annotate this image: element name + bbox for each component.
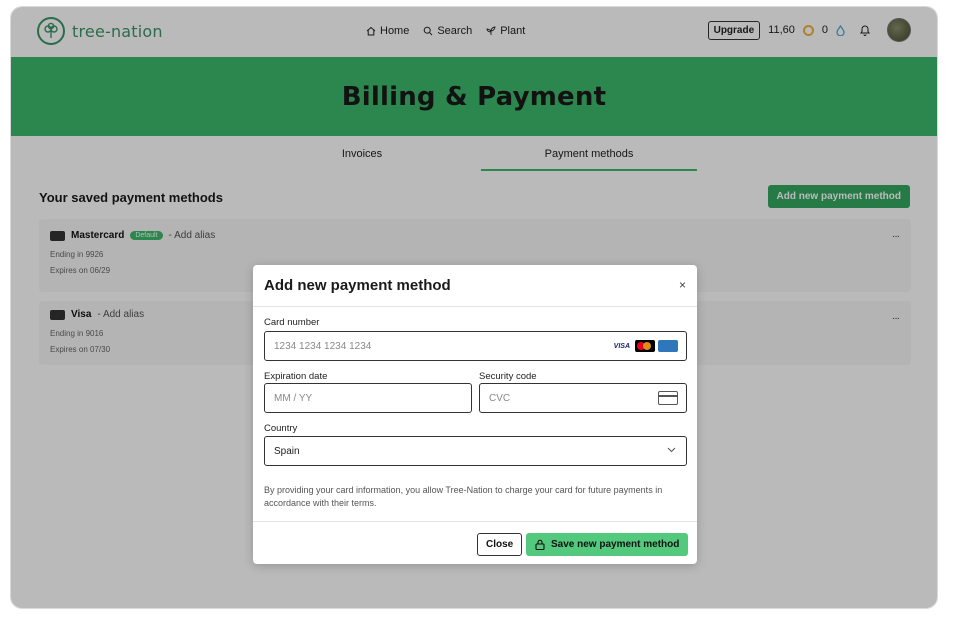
card-number-input[interactable]: 1234 1234 1234 1234 VISA	[264, 331, 687, 361]
card-number-placeholder: 1234 1234 1234 1234	[274, 341, 372, 352]
security-code-placeholder: CVC	[489, 393, 511, 404]
country-select[interactable]: Spain	[264, 436, 687, 466]
save-button-label: Save new payment method	[551, 539, 680, 550]
visa-logo-icon: VISA	[611, 341, 632, 351]
expiration-label: Expiration date	[264, 371, 328, 382]
cvc-card-icon	[658, 391, 678, 405]
security-code-input[interactable]: CVC	[479, 383, 687, 413]
app-window: tree-nation Home Search Plant Upgrade 11…	[10, 6, 938, 609]
save-payment-method-button[interactable]: Save new payment method	[526, 533, 689, 556]
country-value: Spain	[274, 446, 300, 457]
terms-disclaimer: By providing your card information, you …	[264, 485, 663, 508]
chevron-down-icon	[667, 445, 676, 456]
mastercard-logo-icon	[635, 340, 655, 352]
lock-icon	[535, 539, 545, 550]
add-payment-modal: Add new payment method × Card number 123…	[253, 265, 697, 564]
close-button[interactable]: Close	[477, 533, 523, 556]
modal-header: Add new payment method ×	[253, 265, 697, 307]
modal-title: Add new payment method	[264, 277, 451, 294]
country-label: Country	[264, 423, 298, 434]
close-icon[interactable]: ×	[679, 278, 686, 292]
expiration-input[interactable]: MM / YY	[264, 383, 472, 413]
card-number-label: Card number	[264, 317, 320, 328]
modal-footer: Close Save new payment method	[253, 521, 697, 564]
expiration-placeholder: MM / YY	[274, 393, 313, 404]
security-code-label: Security code	[479, 371, 537, 382]
card-brand-logos: VISA	[611, 340, 678, 352]
amex-logo-icon	[658, 340, 678, 352]
